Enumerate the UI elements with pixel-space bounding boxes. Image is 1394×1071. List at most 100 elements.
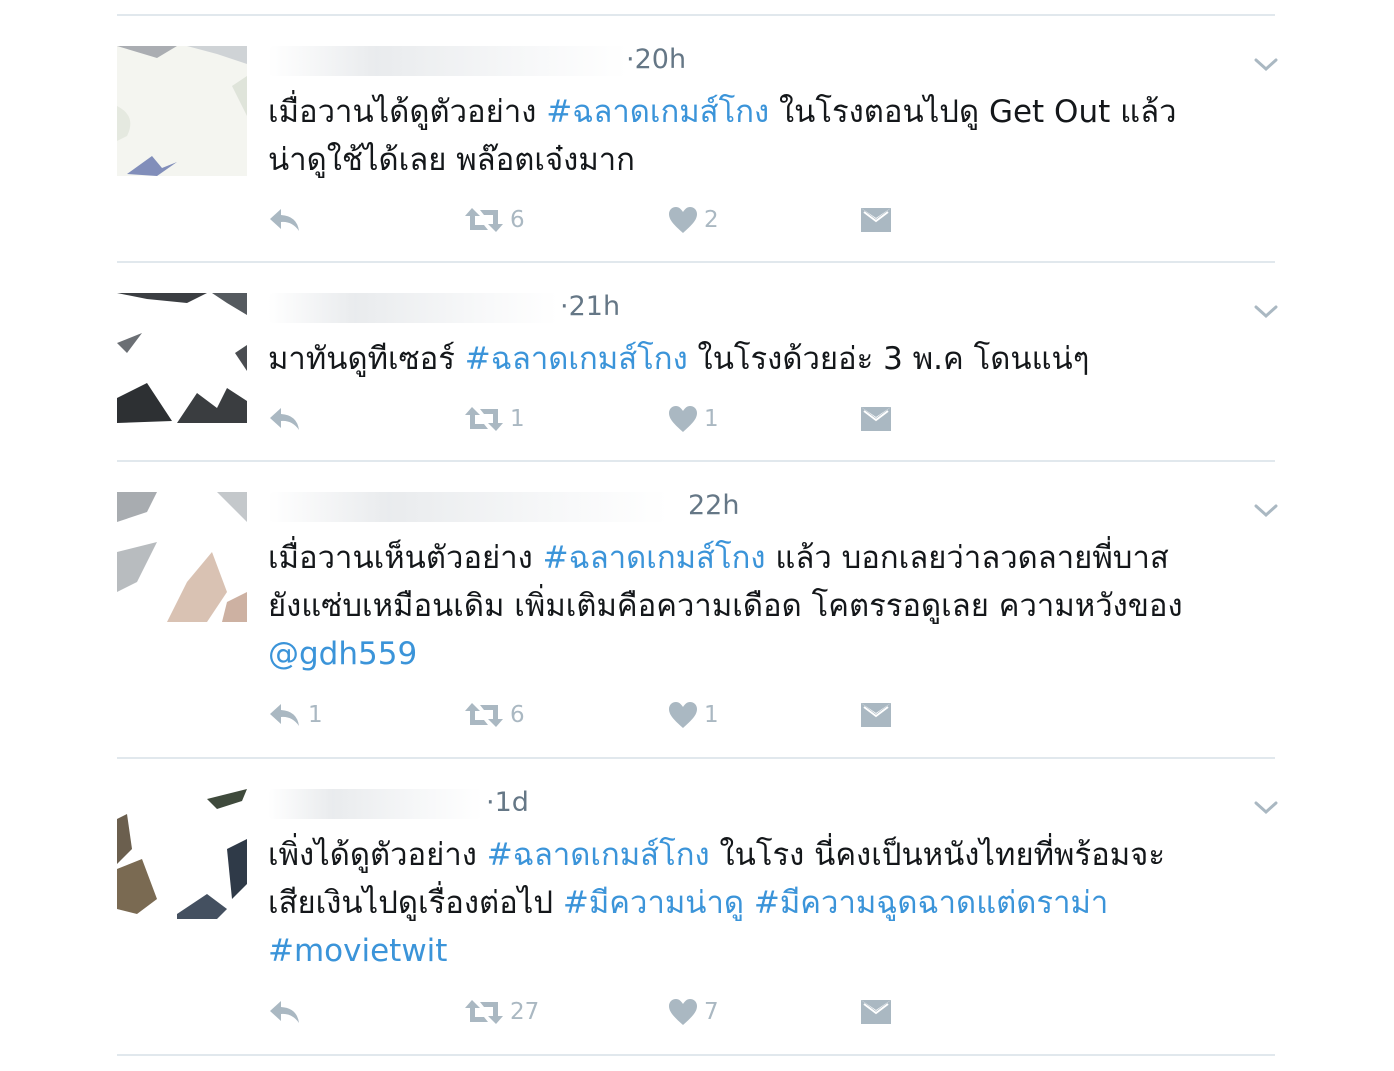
envelope-icon bbox=[861, 1000, 891, 1024]
retweet-button[interactable]: 1 bbox=[464, 399, 525, 439]
tweet-text: มาทันดูทีเซอร์ #ฉลาดเกมส์โกง ในโรงด้วยอ่… bbox=[268, 335, 1278, 383]
tweet-text-line: ยังแซ่บเหมือนเดิม เพิ่มเติมคือความเดือด … bbox=[268, 582, 1278, 630]
author-name-redacted[interactable] bbox=[268, 491, 668, 522]
envelope-icon bbox=[861, 703, 891, 727]
envelope-icon bbox=[861, 208, 891, 232]
tweet-time[interactable]: 22h bbox=[688, 490, 739, 521]
text-segment: เพิ่งได้ดูตัวอย่าง bbox=[268, 837, 487, 873]
like-button[interactable]: 7 bbox=[668, 992, 719, 1032]
tweet-text-line: เสียเงินไปดูเรื่องต่อไป #มีความน่าดู #มี… bbox=[268, 879, 1278, 927]
reply-button[interactable] bbox=[268, 200, 308, 240]
hashtag-link[interactable]: #มีความน่าดู bbox=[563, 885, 744, 921]
mention-link[interactable]: @gdh559 bbox=[268, 636, 417, 672]
reply-button[interactable] bbox=[268, 992, 308, 1032]
text-segment: เมื่อวานได้ดูตัวอย่าง bbox=[268, 94, 547, 130]
retweet-icon bbox=[465, 208, 503, 232]
hashtag-link[interactable]: #ฉลาดเกมส์โกง bbox=[546, 94, 769, 130]
divider bbox=[117, 1054, 1275, 1056]
hashtag-link[interactable]: #ฉลาดเกมส์โกง bbox=[465, 341, 688, 377]
retweet-button[interactable]: 6 bbox=[464, 200, 525, 240]
like-count: 1 bbox=[704, 406, 719, 432]
tweet-text-line: เมื่อวานได้ดูตัวอย่าง #ฉลาดเกมส์โกง ในโร… bbox=[268, 88, 1278, 136]
chevron-down-icon[interactable] bbox=[1253, 799, 1279, 817]
heart-icon bbox=[669, 207, 697, 233]
tweet-time[interactable]: ·20h bbox=[626, 44, 686, 75]
tweet-text-line: เมื่อวานเห็นตัวอย่าง #ฉลาดเกมส์โกง แล้ว … bbox=[268, 534, 1278, 582]
chevron-down-icon[interactable] bbox=[1253, 502, 1279, 520]
tweet-text-line: #movietwit bbox=[268, 927, 1278, 975]
retweet-icon bbox=[465, 407, 503, 431]
retweet-count: 6 bbox=[510, 702, 525, 728]
like-button[interactable]: 2 bbox=[668, 200, 719, 240]
direct-message-button[interactable] bbox=[860, 695, 892, 735]
reply-icon bbox=[270, 209, 299, 231]
text-segment: ในโรง นี่คงเป็นหนังไทยที่พร้อมจะ bbox=[709, 837, 1166, 873]
retweet-icon bbox=[465, 1000, 503, 1024]
tweet-time[interactable]: ·1d bbox=[486, 787, 529, 818]
tweet[interactable]: ·21h มาทันดูทีเซอร์ #ฉลาดเกมส์โกง ในโรงด… bbox=[0, 263, 1394, 460]
tweet-meta: ·1d bbox=[268, 787, 968, 827]
reply-icon bbox=[270, 408, 299, 430]
text-segment: แล้ว บอกเลยว่าลวดลายพี่บาส bbox=[765, 540, 1169, 576]
text-segment: เมื่อวานเห็นตัวอย่าง bbox=[268, 540, 543, 576]
chevron-down-icon[interactable] bbox=[1253, 303, 1279, 321]
direct-message-button[interactable] bbox=[860, 992, 892, 1032]
hashtag-link[interactable]: #มีความฉูดฉาดแต่ดราม่า bbox=[754, 885, 1108, 921]
heart-icon bbox=[669, 999, 697, 1025]
reply-icon bbox=[270, 1001, 299, 1023]
text-segment bbox=[744, 885, 754, 921]
reply-button[interactable] bbox=[268, 399, 308, 439]
text-segment: ในโรงด้วยอ่ะ 3 พ.ค โดนแน่ๆ bbox=[687, 341, 1090, 377]
hashtag-link[interactable]: #movietwit bbox=[268, 933, 447, 969]
hashtag-link[interactable]: #ฉลาดเกมส์โกง bbox=[543, 540, 766, 576]
retweet-count: 27 bbox=[510, 999, 540, 1025]
like-button[interactable]: 1 bbox=[668, 399, 719, 439]
tweet-actions: 27 7 bbox=[268, 992, 968, 1032]
direct-message-button[interactable] bbox=[860, 200, 892, 240]
text-segment: เสียเงินไปดูเรื่องต่อไป bbox=[268, 885, 563, 921]
tweet-actions: 1 1 bbox=[268, 399, 968, 439]
retweet-button[interactable]: 6 bbox=[464, 695, 525, 735]
heart-icon bbox=[669, 406, 697, 432]
reply-count: 1 bbox=[308, 702, 323, 728]
text-segment: ยังแซ่บเหมือนเดิม เพิ่มเติมคือความเดือด … bbox=[268, 588, 1183, 624]
avatar[interactable] bbox=[117, 293, 247, 423]
reply-button[interactable]: 1 bbox=[268, 695, 323, 735]
tweet-meta: ·20h bbox=[268, 44, 968, 84]
tweet-actions: 6 2 bbox=[268, 200, 968, 240]
retweet-count: 1 bbox=[510, 406, 525, 432]
like-count: 2 bbox=[704, 207, 719, 233]
text-segment: มาทันดูทีเซอร์ bbox=[268, 341, 465, 377]
retweet-count: 6 bbox=[510, 207, 525, 233]
direct-message-button[interactable] bbox=[860, 399, 892, 439]
avatar[interactable] bbox=[117, 789, 247, 919]
tweet[interactable]: ·20h เมื่อวานได้ดูตัวอย่าง #ฉลาดเกมส์โกง… bbox=[0, 16, 1394, 262]
tweet-time[interactable]: ·21h bbox=[560, 291, 620, 322]
tweet[interactable]: 22h เมื่อวานเห็นตัวอย่าง #ฉลาดเกมส์โกง แ… bbox=[0, 462, 1394, 756]
author-name-redacted[interactable] bbox=[268, 45, 628, 76]
tweet-text-line: เพิ่งได้ดูตัวอย่าง #ฉลาดเกมส์โกง ในโรง น… bbox=[268, 831, 1278, 879]
like-button[interactable]: 1 bbox=[668, 695, 719, 735]
text-segment: น่าดูใช้ได้เลย พล๊อตเจ๋งมาก bbox=[268, 142, 635, 178]
avatar[interactable] bbox=[117, 46, 247, 176]
tweet-actions: 1 6 1 bbox=[268, 695, 968, 735]
reply-icon bbox=[270, 704, 299, 726]
tweet-text-line: น่าดูใช้ได้เลย พล๊อตเจ๋งมาก bbox=[268, 136, 1278, 184]
chevron-down-icon[interactable] bbox=[1253, 56, 1279, 74]
retweet-button[interactable]: 27 bbox=[464, 992, 539, 1032]
tweet-text: เมื่อวานเห็นตัวอย่าง #ฉลาดเกมส์โกง แล้ว … bbox=[268, 534, 1278, 678]
tweet-text: เพิ่งได้ดูตัวอย่าง #ฉลาดเกมส์โกง ในโรง น… bbox=[268, 831, 1278, 975]
text-segment: ในโรงตอนไปดู Get Out แล้ว bbox=[769, 94, 1177, 130]
tweet-text: เมื่อวานได้ดูตัวอย่าง #ฉลาดเกมส์โกง ในโร… bbox=[268, 88, 1278, 184]
like-count: 1 bbox=[704, 702, 719, 728]
timeline: ·20h เมื่อวานได้ดูตัวอย่าง #ฉลาดเกมส์โกง… bbox=[0, 0, 1394, 1071]
envelope-icon bbox=[861, 407, 891, 431]
author-name-redacted[interactable] bbox=[268, 292, 558, 323]
tweet-text-line: มาทันดูทีเซอร์ #ฉลาดเกมส์โกง ในโรงด้วยอ่… bbox=[268, 335, 1278, 383]
tweet[interactable]: ·1d เพิ่งได้ดูตัวอย่าง #ฉลาดเกมส์โกง ในโ… bbox=[0, 759, 1394, 1053]
avatar[interactable] bbox=[117, 492, 247, 622]
tweet-text-line: @gdh559 bbox=[268, 630, 1278, 678]
author-name-redacted[interactable] bbox=[268, 788, 483, 819]
heart-icon bbox=[669, 702, 697, 728]
hashtag-link[interactable]: #ฉลาดเกมส์โกง bbox=[487, 837, 710, 873]
